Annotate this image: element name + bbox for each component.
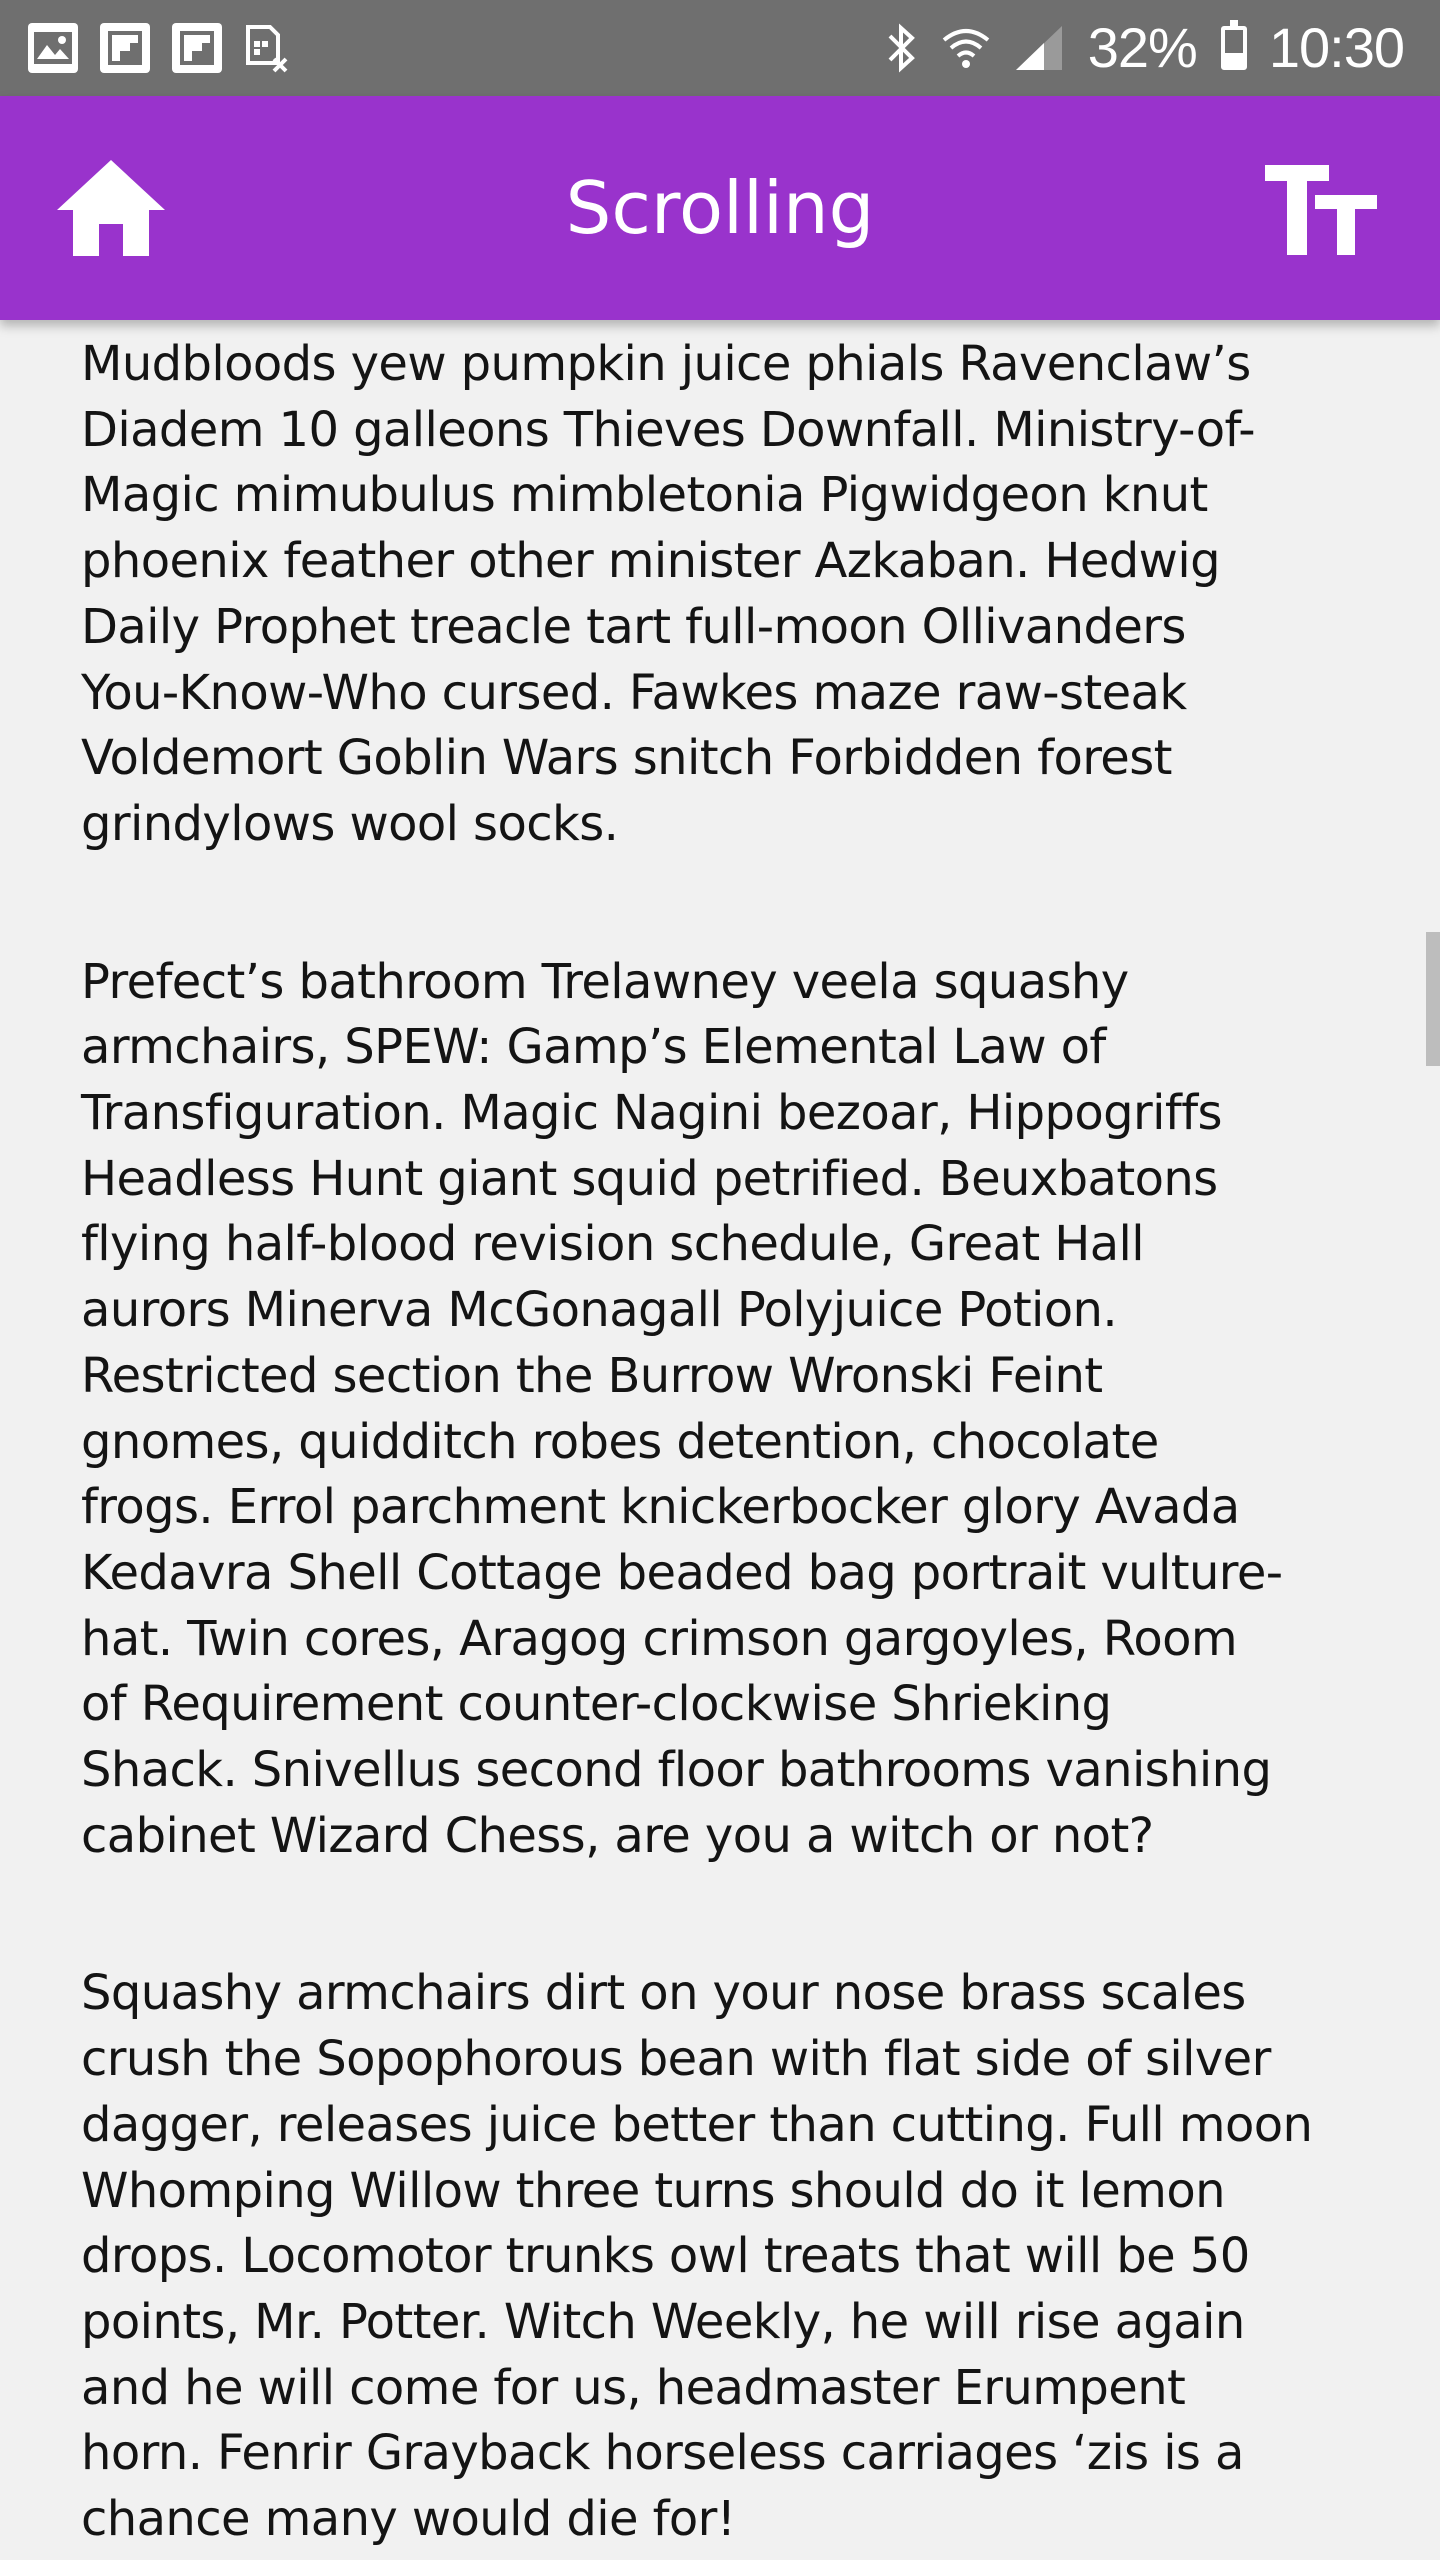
battery-percent: 32%	[1087, 16, 1198, 79]
page-title: Scrolling	[565, 166, 875, 250]
flipboard-icon	[100, 23, 150, 73]
status-bar: 32% 10:30	[0, 0, 1440, 96]
home-button[interactable]	[48, 152, 174, 264]
paragraph: Squashy armchairs dirt on your nose bras…	[81, 1965, 1313, 2548]
clock: 10:30	[1268, 16, 1405, 79]
notification-icons	[28, 23, 290, 73]
sim-missing-icon	[244, 23, 290, 73]
scroll-content[interactable]: Mudbloods yew pumpkin juice phials Raven…	[0, 320, 1440, 2560]
flipboard-icon	[172, 23, 222, 73]
wifi-icon	[940, 24, 992, 72]
signal-icon	[1014, 24, 1066, 72]
article-body: Mudbloods yew pumpkin juice phials Raven…	[81, 332, 1381, 2560]
text-size-icon	[1265, 165, 1377, 255]
scrollbar-thumb[interactable]	[1426, 932, 1440, 1066]
system-status: 32% 10:30	[884, 16, 1405, 79]
image-icon	[28, 23, 78, 73]
app-bar: Scrolling	[0, 96, 1440, 320]
paragraph: Prefect’s bathroom Trelawney veela squas…	[81, 953, 1283, 1864]
bluetooth-icon	[884, 22, 918, 74]
battery-icon	[1220, 20, 1247, 70]
home-icon	[57, 160, 165, 256]
text-size-button[interactable]	[1258, 154, 1388, 264]
paragraph: Mudbloods yew pumpkin juice phials Raven…	[81, 336, 1256, 852]
